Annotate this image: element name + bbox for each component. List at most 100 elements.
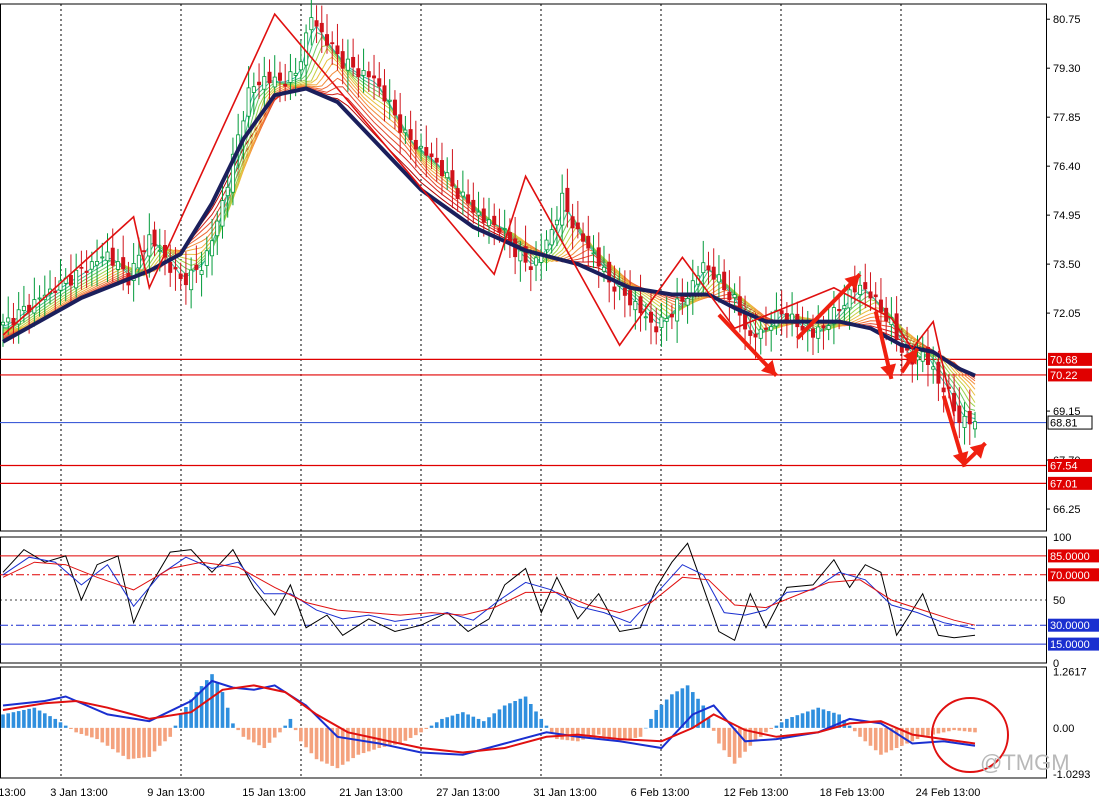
macd-histogram-bar [429,725,434,728]
candle-body [136,254,141,269]
macd-histogram-bar [670,694,674,728]
y-tick-label: 66.25 [1053,504,1081,516]
macd-histogram-bar [643,727,648,729]
candle-body [581,233,586,242]
macd-histogram-bar [675,691,679,728]
candle-body [413,139,418,150]
candle-body [565,187,570,213]
candle-body [79,266,84,269]
candle-body [675,298,680,322]
candle-body [319,22,324,33]
candle-body [847,289,852,309]
y-tick-label: 72.05 [1053,308,1081,320]
candle-body [638,296,643,314]
candle-body [957,405,962,423]
candle-body [633,301,638,311]
macd-histogram-bar [157,727,162,746]
macd-histogram-bar [257,727,261,746]
macd-histogram-bar [790,717,794,728]
candle-body [560,192,565,226]
candle-body [612,286,617,292]
macd-histogram-bar [152,727,157,752]
macd-histogram-bar [100,727,105,743]
candle-body [251,86,256,93]
macd-y-label: 0.00 [1053,723,1074,735]
macd-histogram-bar [785,718,789,728]
level-tag-label: 67.54 [1050,460,1078,472]
macd-histogram-bar [63,725,68,728]
candle-body [110,247,115,266]
candle-body [445,172,450,179]
candle-body [481,208,486,223]
candle-body [601,266,606,272]
candle-body [121,257,126,270]
macd-histogram-bar [283,725,287,728]
macd-histogram-bar [764,727,768,733]
candle-body [628,290,633,306]
stoch-line [2,542,976,642]
macd-histogram-bar [340,727,345,765]
candle-body [105,251,110,262]
candle-body [194,264,199,270]
macd-histogram-bar [262,727,267,749]
candle-body [758,328,763,339]
macd-histogram-bar [309,727,314,754]
macd-histogram-bar [434,722,439,728]
macd-histogram-bar [424,727,429,729]
macd-histogram-bar [847,725,852,728]
macd-histogram-bar [220,692,225,728]
candle-body [450,170,455,187]
macd-y-label: 1.2617 [1053,666,1087,678]
macd-histogram-bar [962,727,967,732]
x-tick-label: 6 Feb 13:00 [631,787,690,799]
macd-histogram-bar [79,727,84,735]
candle-body [89,261,94,270]
axes: 13:00 3 Jan 13:00 9 Jan 13:00 15 Jan 13:00 2… [0,14,1099,799]
candle-body [199,270,204,275]
candle-body [873,294,878,298]
candle-body [403,129,408,134]
candle-body [962,415,967,428]
macd-histogram-bar [414,727,418,736]
macd-histogram-bar [821,709,826,728]
macd-histogram-bar [738,727,742,758]
macd-histogram-bar [853,727,857,732]
candle-body [204,250,209,266]
macd-histogram-bar [325,727,329,764]
candle-body [753,333,758,338]
macd-histogram-bar [455,713,460,728]
macd-histogram-bar [173,725,178,728]
macd-histogram-bar [440,718,444,728]
x-tick-label: 13:00 [0,787,26,799]
candle-body [575,222,580,230]
macd-histogram-bar [602,727,606,737]
macd-histogram-bar [225,707,230,728]
candle-body [262,76,267,90]
macd-histogram-bar [37,710,42,728]
candle-body [183,273,188,286]
candle-body [664,318,669,322]
candle-body [298,61,303,71]
candle-body [215,220,220,237]
x-tick-label: 9 Jan 13:00 [147,787,205,799]
y-tick-label: 74.95 [1053,210,1081,222]
candle-body [324,34,329,46]
macd-histogram-bar [74,727,78,733]
macd-histogram-bar [868,727,873,746]
macd-histogram-bar [58,722,63,728]
macd-histogram-bar [6,713,11,728]
candle-body [37,297,42,300]
macd-histogram-bar [90,727,94,738]
candle-body [534,257,539,266]
macd-histogram-bar [811,709,815,728]
macd-histogram-bar [879,727,883,755]
macd-histogram-bar [816,707,821,728]
candle-body [570,216,575,229]
macd-histogram-bar [105,727,110,746]
macd-histogram-bar [539,718,544,728]
macd-histogram-bar [926,727,930,736]
macd-histogram-bar [184,706,188,728]
candle-body [816,326,821,339]
macd-histogram-bar [236,727,240,731]
macd-histogram-bar [32,707,37,728]
